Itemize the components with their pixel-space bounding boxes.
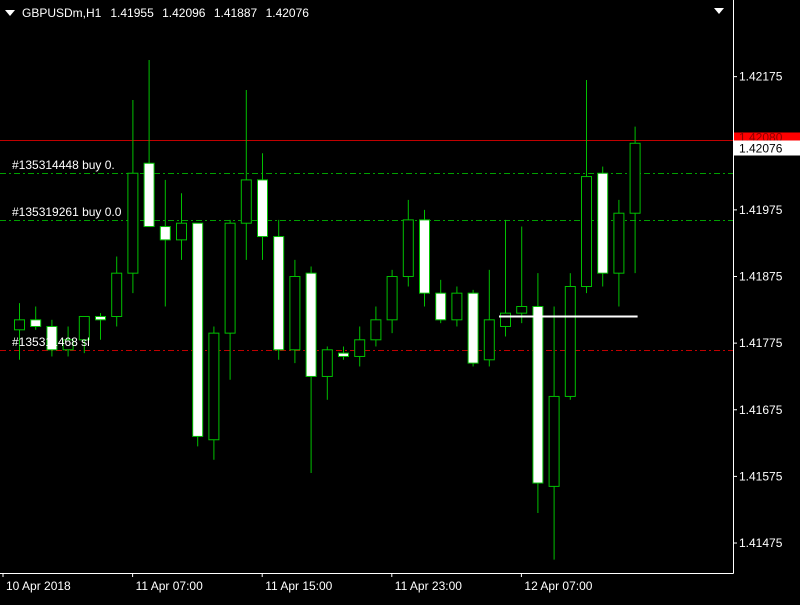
bull-candle[interactable] [451,292,463,321]
bull-candle[interactable] [581,176,592,288]
bull-candle[interactable] [111,272,123,317]
bear-candle[interactable] [273,236,285,351]
bull-candle[interactable] [354,339,366,357]
bear-candle[interactable] [30,319,42,327]
current-price-label: 1.42076 [739,142,783,156]
bull-candle[interactable] [208,332,220,441]
bull-candle[interactable] [176,222,187,241]
bull-candle[interactable] [483,319,495,361]
chart-shift-triangle-icon[interactable] [714,8,724,14]
close-value: 1.42076 [265,6,309,20]
chart-title-bar: GBPUSDm,H1 1.41955 1.42096 1.41887 1.420… [5,6,309,20]
time-tick-label: 11 Apr 23:00 [395,579,462,593]
candlestick-chart[interactable]: 1.421751.420751.419751.418751.417751.416… [0,0,800,600]
bull-candle[interactable] [386,276,398,321]
time-tick-label: 11 Apr 07:00 [136,579,203,593]
price-tick-label: 1.42175 [739,70,783,84]
bull-candle[interactable] [613,212,625,274]
order-label[interactable]: #135319261 buy 0.0 [12,205,122,219]
price-tick-label: 1.41675 [739,403,783,417]
bear-candle[interactable] [95,315,106,321]
bull-candle[interactable] [224,222,236,334]
open-value: 1.41955 [110,6,154,20]
bear-candle[interactable] [338,352,349,357]
price-tick-label: 1.41575 [739,469,783,483]
ohlc-values: 1.41955 1.42096 1.41887 1.42076 [105,6,309,20]
bear-candle[interactable] [597,172,609,274]
bull-candle[interactable] [370,319,382,341]
price-chart[interactable]: 1.421751.420751.419751.418751.417751.416… [0,0,800,600]
bull-candle[interactable] [289,276,301,351]
price-tick-label: 1.41875 [739,270,783,284]
order-label[interactable]: #135314448 buy 0. [12,158,115,172]
time-tick-label: 11 Apr 15:00 [265,579,332,593]
bull-candle[interactable] [548,395,560,487]
bear-candle[interactable] [435,292,447,321]
high-value: 1.42096 [162,6,206,20]
bear-candle[interactable] [257,179,268,238]
bear-candle[interactable] [419,219,430,294]
bull-candle[interactable] [402,219,414,278]
price-tick-label: 1.41775 [739,336,783,350]
time-tick-label: 10 Apr 2018 [6,579,71,593]
bull-candle[interactable] [321,349,333,377]
bear-candle[interactable] [532,305,544,484]
bear-candle[interactable] [143,162,155,228]
bear-candle[interactable] [159,226,171,241]
order-label[interactable]: #135311468 sl [12,335,90,349]
bull-candle[interactable] [629,142,641,214]
bear-candle[interactable] [192,222,204,437]
bear-candle[interactable] [467,292,479,364]
bull-candle[interactable] [500,312,511,327]
bull-candle[interactable] [240,179,252,224]
time-tick-label: 12 Apr 07:00 [524,579,592,593]
low-value: 1.41887 [213,6,258,20]
bull-candle[interactable] [127,172,139,274]
price-tick-label: 1.41475 [739,536,783,550]
symbol-label: GBPUSDm,H1 [22,6,102,20]
dropdown-triangle-icon[interactable] [5,10,15,16]
bull-candle[interactable] [564,286,576,397]
bull-candle[interactable] [14,319,25,331]
bull-candle[interactable] [516,305,528,314]
price-tick-label: 1.41975 [739,203,783,217]
bear-candle[interactable] [305,272,317,377]
